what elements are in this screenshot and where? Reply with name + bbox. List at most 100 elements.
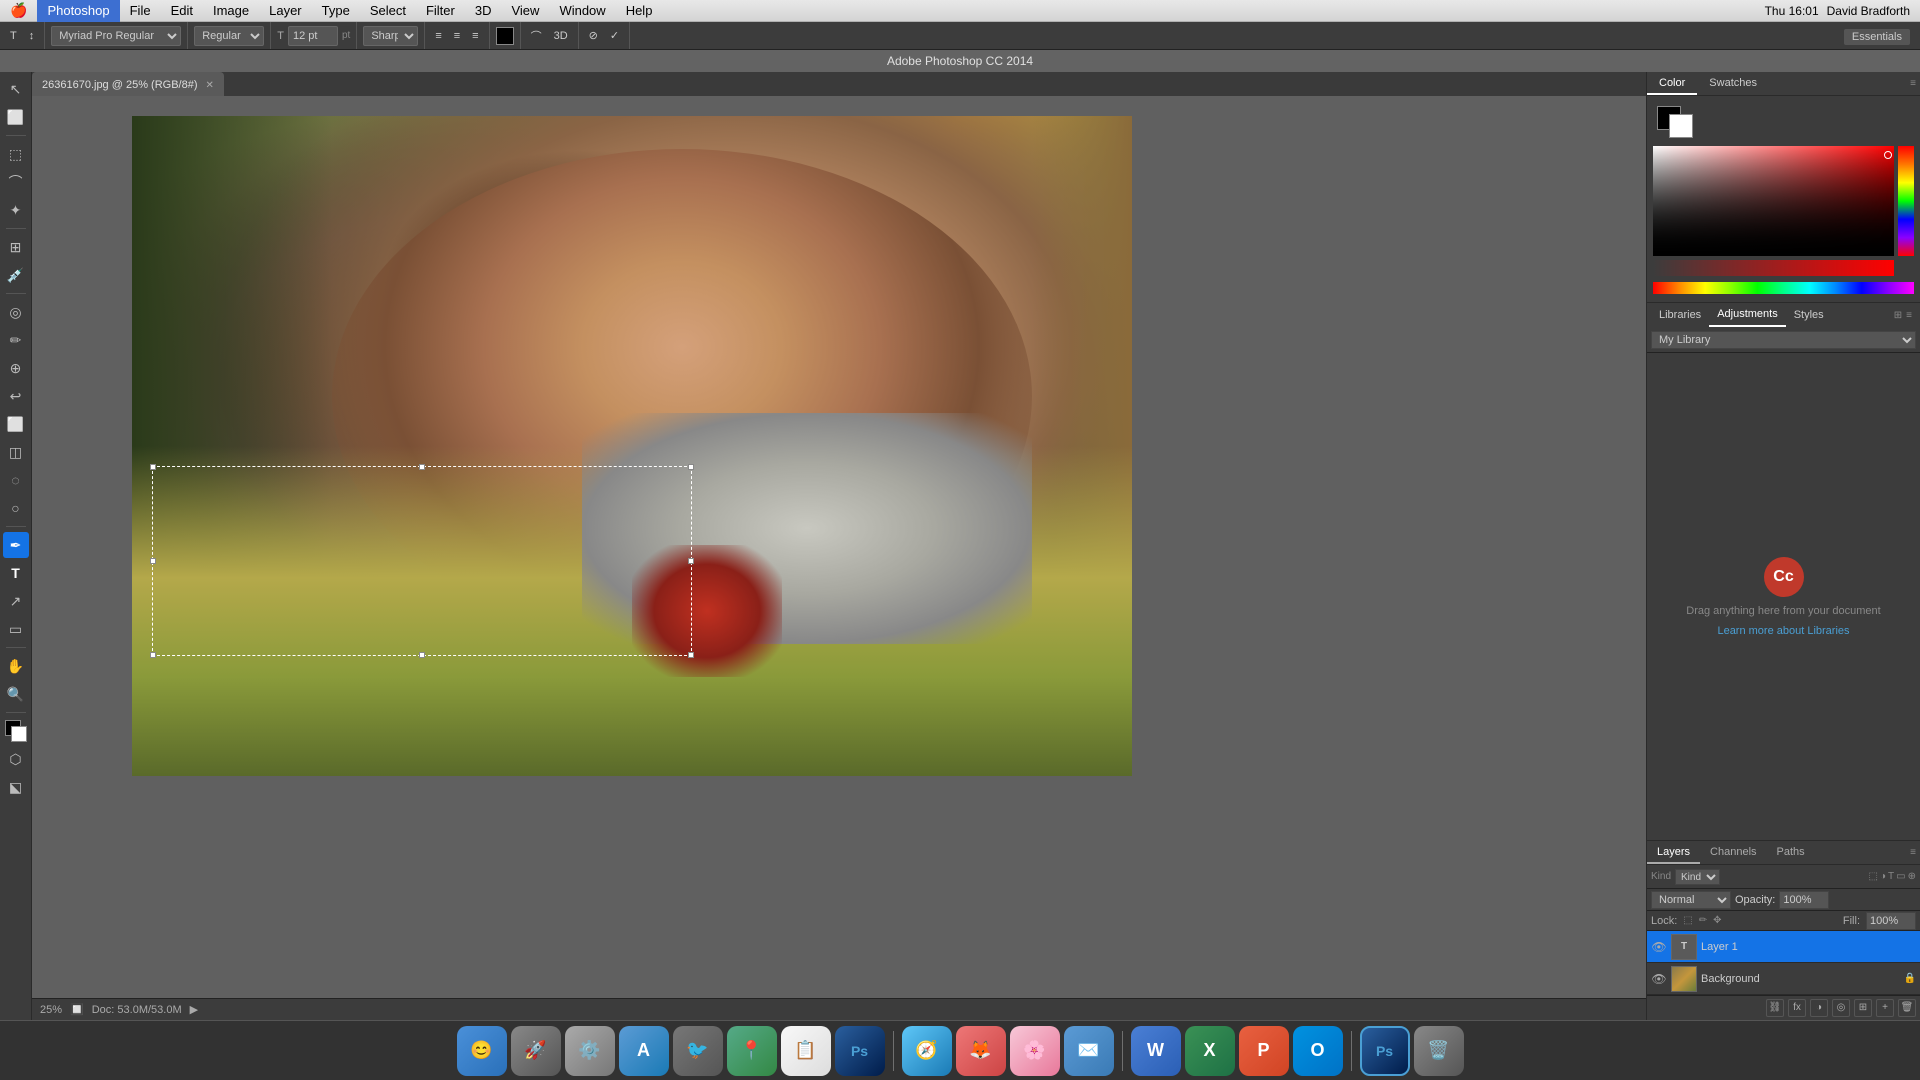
tab-libraries[interactable]: Libraries [1651, 303, 1709, 327]
text-color-swatch[interactable] [496, 27, 514, 45]
hand-tool[interactable]: ✋ [3, 653, 29, 679]
libraries-expand-btn[interactable]: ≡ [1906, 310, 1912, 321]
dock-maps[interactable]: 📍 [727, 1026, 777, 1076]
dock-word[interactable]: W [1131, 1026, 1181, 1076]
apple-menu[interactable]: 🍎 [0, 2, 37, 19]
panel-expand-btn[interactable]: ≡ [1910, 78, 1916, 89]
layers-group-btn[interactable]: ⊞ [1854, 999, 1872, 1017]
menu-layer[interactable]: Layer [259, 0, 312, 22]
menu-view[interactable]: View [501, 0, 549, 22]
menu-3d[interactable]: 3D [465, 0, 502, 22]
filter-type-btn[interactable]: T [1888, 871, 1894, 882]
align-right-btn[interactable]: ≡ [468, 28, 482, 44]
menu-edit[interactable]: Edit [161, 0, 203, 22]
menu-file[interactable]: File [120, 0, 161, 22]
dock-launchpad[interactable]: 🚀 [511, 1026, 561, 1076]
layers-adjustment-btn[interactable]: ◎ [1832, 999, 1850, 1017]
lock-transparent-btn[interactable]: ⬚ [1683, 915, 1692, 926]
warp-text-btn[interactable]: ⌒ [527, 26, 546, 46]
menu-image[interactable]: Image [203, 0, 259, 22]
path-select-tool[interactable]: ↗ [3, 588, 29, 614]
canvas-area[interactable] [32, 96, 1646, 1020]
dock-powerpoint[interactable]: P [1239, 1026, 1289, 1076]
menu-photoshop[interactable]: Photoshop [37, 0, 119, 22]
tool-size-btn[interactable]: ↕ [25, 28, 39, 44]
doc-info-arrow[interactable]: ▶ [190, 1003, 198, 1016]
filter-smart-btn[interactable]: ⊕ [1908, 871, 1916, 882]
lock-position-btn[interactable]: ✥ [1713, 915, 1721, 926]
layers-fx-btn[interactable]: fx [1788, 999, 1806, 1017]
pen-tool[interactable]: ✒ [3, 532, 29, 558]
dock-migration[interactable]: 🐦 [673, 1026, 723, 1076]
zoom-fit-btn[interactable]: 🔲 [70, 1003, 84, 1016]
fg-bg-color-swatch[interactable] [3, 718, 29, 744]
libraries-grid-btn[interactable]: ⊞ [1894, 310, 1902, 321]
menu-window[interactable]: Window [549, 0, 615, 22]
menu-filter[interactable]: Filter [416, 0, 465, 22]
tab-color[interactable]: Color [1647, 72, 1697, 95]
spot-heal-tool[interactable]: ◎ [3, 299, 29, 325]
clone-tool[interactable]: ⊕ [3, 355, 29, 381]
eraser-tool[interactable]: ⬜ [3, 411, 29, 437]
lasso-tool[interactable]: ⌒ [3, 169, 29, 195]
filter-pixel-btn[interactable]: ⬚ [1869, 871, 1878, 882]
dock-outlook[interactable]: O [1293, 1026, 1343, 1076]
dock-firefox[interactable]: 🦊 [956, 1026, 1006, 1076]
layers-new-btn[interactable]: + [1876, 999, 1894, 1017]
tab-layers[interactable]: Layers [1647, 841, 1700, 864]
dock-appstore[interactable]: A [619, 1026, 669, 1076]
gradient-tool[interactable]: ◫ [3, 439, 29, 465]
dock-sysprefs[interactable]: ⚙️ [565, 1026, 615, 1076]
dock-mail[interactable]: ✉️ [1064, 1026, 1114, 1076]
quick-select-tool[interactable]: ✦ [3, 197, 29, 223]
dodge-tool[interactable]: ○ [3, 495, 29, 521]
layers-delete-btn[interactable]: 🗑 [1898, 999, 1916, 1017]
tab-swatches[interactable]: Swatches [1697, 72, 1769, 95]
background-visibility[interactable]: 👁 [1651, 971, 1667, 987]
font-size-input[interactable] [288, 26, 338, 46]
3d-text-btn[interactable]: 3D [550, 28, 572, 44]
lock-image-btn[interactable]: ✏ [1699, 915, 1707, 926]
filter-type-select[interactable]: Kind [1675, 869, 1720, 885]
opacity-input[interactable] [1779, 891, 1829, 909]
document-tab[interactable]: 26361670.jpg @ 25% (RGB/8#) ✕ [32, 72, 224, 96]
blend-mode-select[interactable]: Normal [1651, 891, 1731, 909]
tab-adjustments[interactable]: Adjustments [1709, 303, 1786, 327]
move-tool[interactable]: ↖ [3, 76, 29, 102]
dock-photos[interactable]: 🌸 [1010, 1026, 1060, 1076]
menu-help[interactable]: Help [616, 0, 663, 22]
menu-select[interactable]: Select [360, 0, 416, 22]
commit-transform-btn[interactable]: ✓ [606, 27, 623, 44]
background-color[interactable] [1669, 114, 1693, 138]
library-learn-link[interactable]: Learn more about Libraries [1717, 625, 1849, 637]
fill-input[interactable] [1866, 912, 1916, 930]
tool-mode-btn[interactable]: T [6, 28, 21, 44]
dock-ps-icon[interactable]: Ps [835, 1026, 885, 1076]
filter-adj-btn[interactable]: ◑ [1880, 871, 1886, 882]
dock-trash[interactable]: 🗑️ [1414, 1026, 1464, 1076]
eyedropper-tool[interactable]: 💉 [3, 262, 29, 288]
align-center-btn[interactable]: ≡ [450, 28, 464, 44]
layers-mask-btn[interactable]: ◑ [1810, 999, 1828, 1017]
layers-link-btn[interactable]: ⛓ [1766, 999, 1784, 1017]
zoom-tool[interactable]: 🔍 [3, 681, 29, 707]
anti-alias-select[interactable]: Sharp [363, 26, 418, 46]
tab-paths[interactable]: Paths [1767, 841, 1815, 864]
library-select[interactable]: My Library [1651, 331, 1916, 349]
type-tool[interactable]: T [3, 560, 29, 586]
font-family-select[interactable]: Myriad Pro Regular [51, 26, 181, 46]
layers-expand-btn[interactable]: ≡ [1910, 847, 1916, 858]
layer-row-layer1[interactable]: 👁 T Layer 1 [1647, 931, 1920, 963]
dock-reminders[interactable]: 📋 [781, 1026, 831, 1076]
color-picker[interactable] [1653, 146, 1914, 276]
blur-tool[interactable]: ◌ [3, 467, 29, 493]
hue-slider[interactable] [1898, 146, 1914, 256]
history-brush-tool[interactable]: ↩ [3, 383, 29, 409]
marquee-tool[interactable]: ⬚ [3, 141, 29, 167]
dock-safari[interactable]: 🧭 [902, 1026, 952, 1076]
menu-type[interactable]: Type [312, 0, 360, 22]
dock-finder[interactable]: 😊 [457, 1026, 507, 1076]
tab-styles[interactable]: Styles [1786, 303, 1832, 327]
shape-tool[interactable]: ▭ [3, 616, 29, 642]
document-tab-close[interactable]: ✕ [205, 80, 213, 91]
